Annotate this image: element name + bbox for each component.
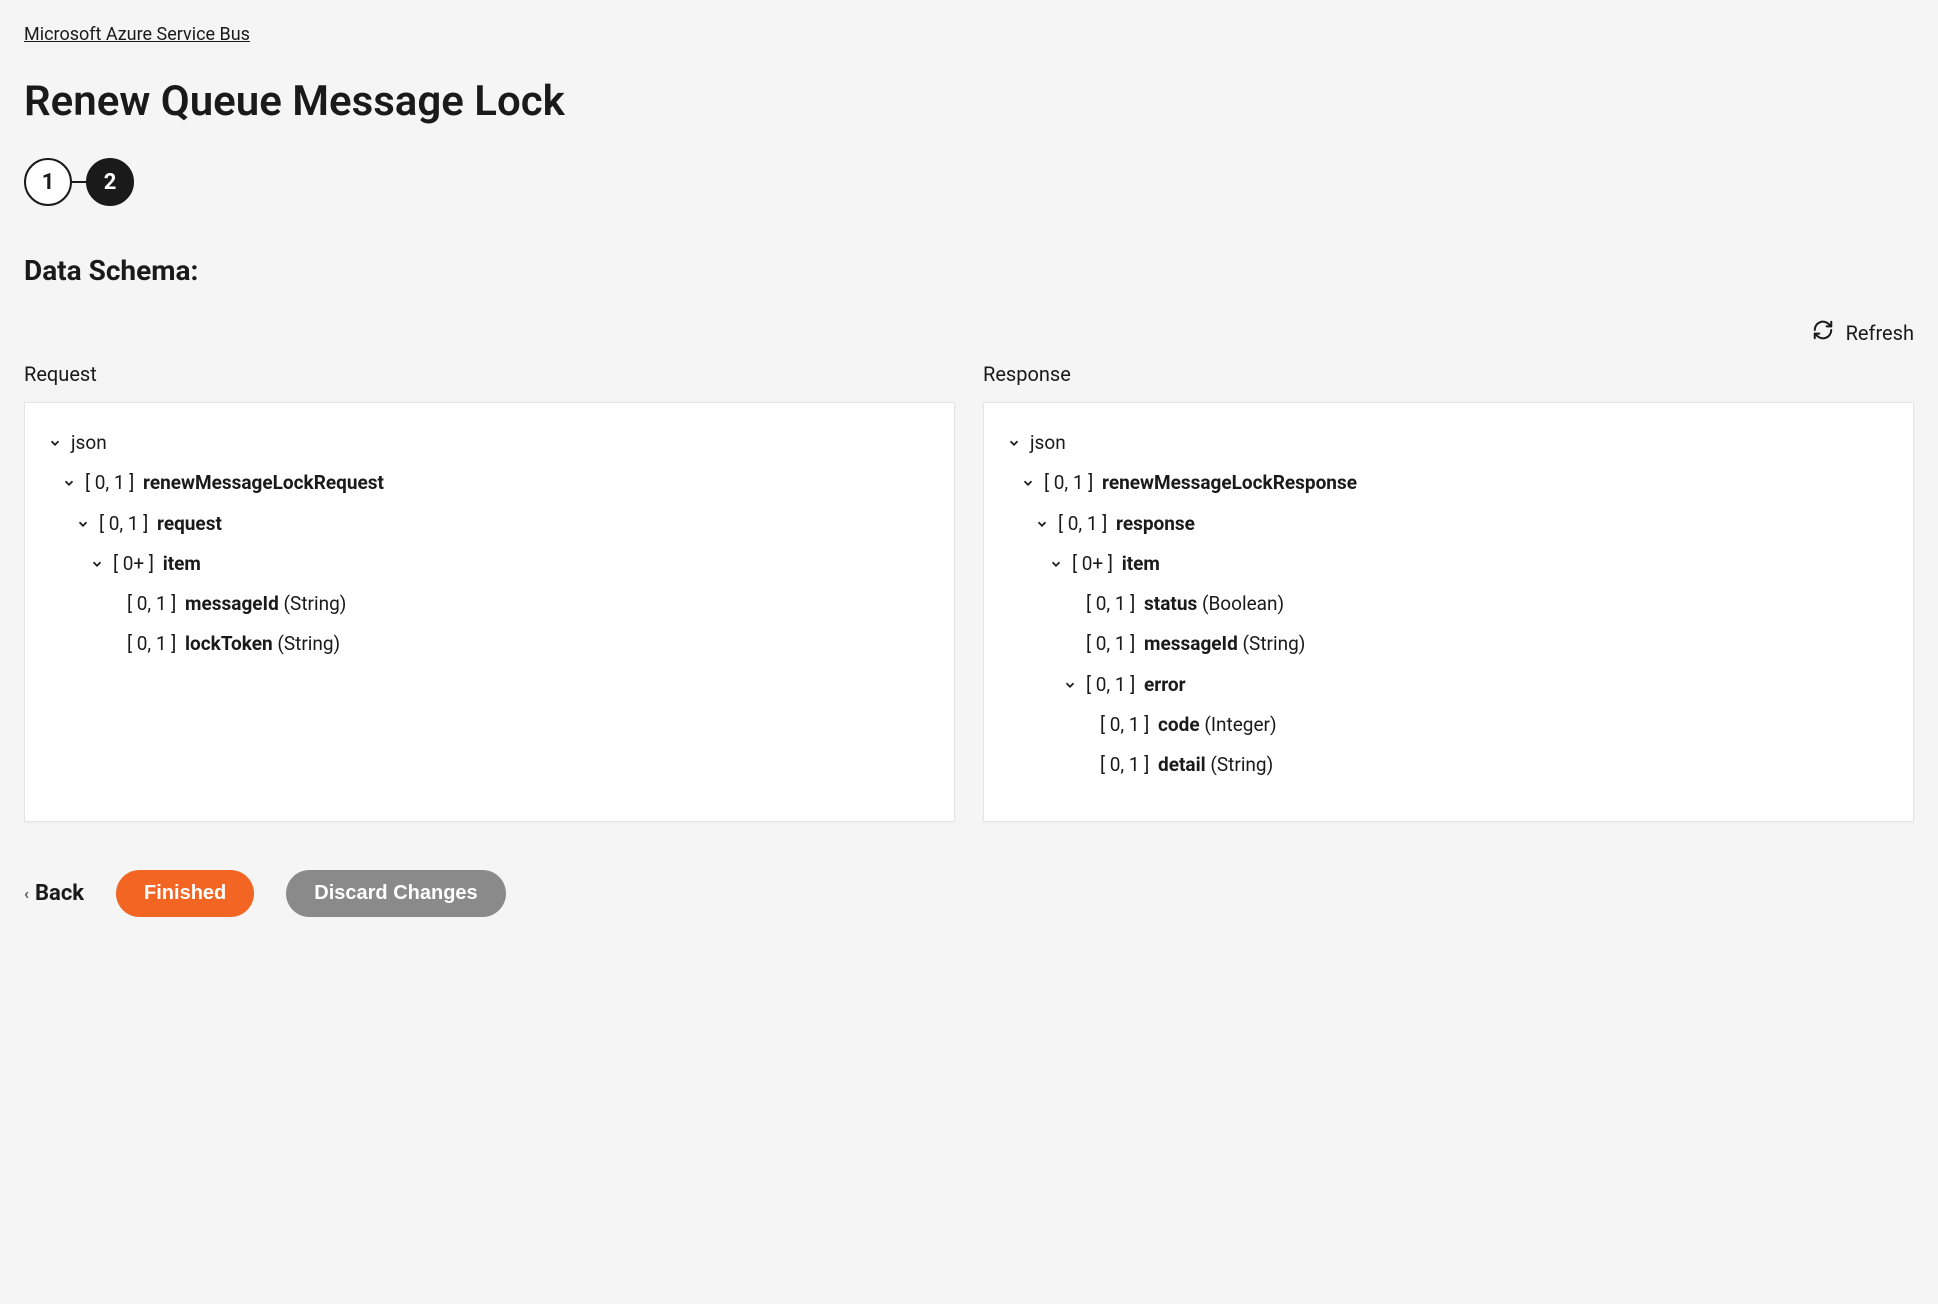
chevron-down-icon[interactable] xyxy=(45,433,65,453)
response-column: Response json [ 0, 1 ] renewMessageLockR… xyxy=(983,362,1914,822)
chevron-down-icon[interactable] xyxy=(1004,433,1024,453)
tree-node-label: [ 0, 1 ] request xyxy=(99,508,222,540)
tree-node-label: [ 0, 1 ] status (Boolean) xyxy=(1086,588,1284,620)
tree-node-label: json xyxy=(1030,427,1066,459)
tree-node-label: [ 0+ ] item xyxy=(113,548,201,580)
tree-node-label: [ 0, 1 ] renewMessageLockRequest xyxy=(85,467,384,499)
tree-leaf[interactable]: [ 0, 1 ] lockToken (String) xyxy=(101,624,934,664)
tree-node-label: [ 0, 1 ] messageId (String) xyxy=(1086,628,1305,660)
chevron-down-icon[interactable] xyxy=(1032,514,1052,534)
refresh-icon xyxy=(1812,319,1834,346)
tree-node-label: [ 0, 1 ] messageId (String) xyxy=(127,588,346,620)
step-connector xyxy=(72,181,86,183)
tree-leaf[interactable]: [ 0, 1 ] messageId (String) xyxy=(1060,624,1893,664)
tree-node[interactable]: [ 0+ ] item xyxy=(1046,544,1893,584)
tree-node[interactable]: [ 0, 1 ] error xyxy=(1060,665,1893,705)
page-title: Renew Queue Message Lock xyxy=(24,77,1914,126)
chevron-down-icon[interactable] xyxy=(1046,554,1066,574)
tree-node-label: json xyxy=(71,427,107,459)
chevron-down-icon[interactable] xyxy=(1060,675,1080,695)
chevron-down-icon[interactable] xyxy=(1018,473,1038,493)
tree-node[interactable]: [ 0+ ] item xyxy=(87,544,934,584)
chevron-down-icon[interactable] xyxy=(87,554,107,574)
refresh-label: Refresh xyxy=(1846,321,1914,345)
tree-leaf[interactable]: [ 0, 1 ] code (Integer) xyxy=(1074,705,1893,745)
breadcrumb-parent-link[interactable]: Microsoft Azure Service Bus xyxy=(24,24,250,45)
tree-node-json[interactable]: json xyxy=(45,423,934,463)
request-column: Request json [ 0, 1 ] renewMessageLockRe… xyxy=(24,362,955,822)
tree-node-json[interactable]: json xyxy=(1004,423,1893,463)
back-label: Back xyxy=(35,881,84,906)
step-2[interactable]: 2 xyxy=(86,158,134,206)
tree-node[interactable]: [ 0, 1 ] renewMessageLockRequest xyxy=(59,463,934,503)
back-button[interactable]: ‹ Back xyxy=(24,881,84,906)
step-1[interactable]: 1 xyxy=(24,158,72,206)
request-heading: Request xyxy=(24,362,955,386)
tree-node-label: [ 0, 1 ] renewMessageLockResponse xyxy=(1044,467,1357,499)
tree-node-label: [ 0, 1 ] code (Integer) xyxy=(1100,709,1277,741)
tree-node[interactable]: [ 0, 1 ] response xyxy=(1032,504,1893,544)
chevron-down-icon[interactable] xyxy=(59,473,79,493)
chevron-left-icon: ‹ xyxy=(24,884,29,903)
response-panel: json [ 0, 1 ] renewMessageLockResponse xyxy=(983,402,1914,822)
tree-leaf[interactable]: [ 0, 1 ] status (Boolean) xyxy=(1060,584,1893,624)
refresh-button[interactable]: Refresh xyxy=(24,319,1914,346)
finished-button[interactable]: Finished xyxy=(116,870,254,917)
tree-node-label: [ 0, 1 ] detail (String) xyxy=(1100,749,1273,781)
discard-changes-button[interactable]: Discard Changes xyxy=(286,870,505,917)
chevron-down-icon[interactable] xyxy=(73,514,93,534)
stepper: 1 2 xyxy=(24,158,1914,206)
tree-node[interactable]: [ 0, 1 ] request xyxy=(73,504,934,544)
section-title: Data Schema: xyxy=(24,254,1914,287)
footer-bar: ‹ Back Finished Discard Changes xyxy=(24,870,1914,917)
tree-node[interactable]: [ 0, 1 ] renewMessageLockResponse xyxy=(1018,463,1893,503)
request-panel: json [ 0, 1 ] renewMessageLockRequest xyxy=(24,402,955,822)
tree-leaf[interactable]: [ 0, 1 ] detail (String) xyxy=(1074,745,1893,785)
response-heading: Response xyxy=(983,362,1914,386)
tree-node-label: [ 0, 1 ] response xyxy=(1058,508,1195,540)
tree-node-label: [ 0+ ] item xyxy=(1072,548,1160,580)
tree-node-label: [ 0, 1 ] lockToken (String) xyxy=(127,628,340,660)
tree-leaf[interactable]: [ 0, 1 ] messageId (String) xyxy=(101,584,934,624)
tree-node-label: [ 0, 1 ] error xyxy=(1086,669,1186,701)
